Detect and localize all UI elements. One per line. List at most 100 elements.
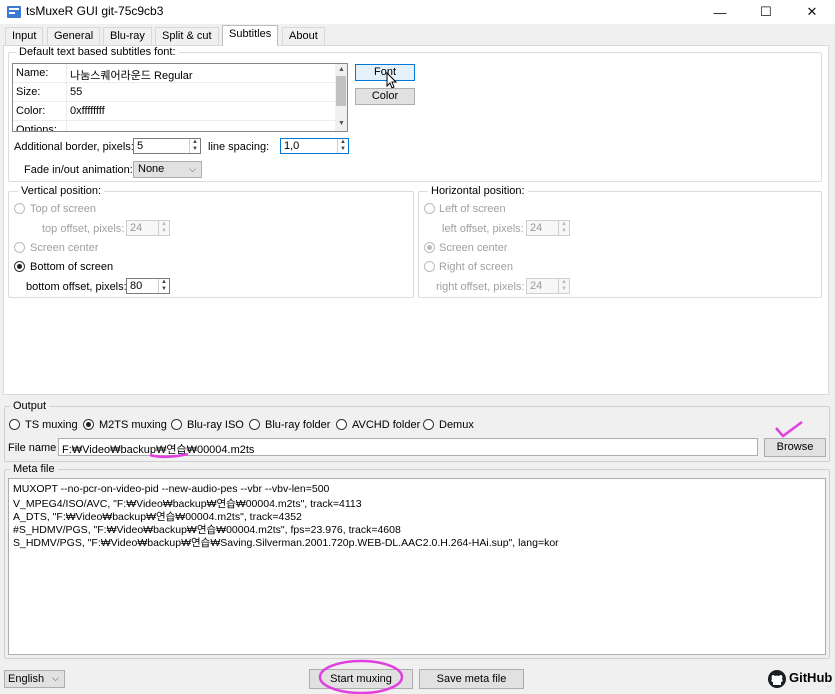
- avchd-folder-radio[interactable]: [336, 419, 347, 430]
- border-value: 5: [137, 140, 144, 152]
- spin-arrows-icon[interactable]: ▲ ▼: [158, 221, 169, 235]
- meta-file-textarea[interactable]: MUXOPT --no-pcr-on-video-pid --new-audio…: [8, 478, 826, 655]
- property-name: Options:: [16, 124, 57, 132]
- left-of-screen-radio[interactable]: [424, 203, 435, 214]
- maximize-button[interactable]: ☐: [743, 0, 789, 24]
- tab-blu-ray[interactable]: Blu-ray: [103, 27, 152, 45]
- fade-select[interactable]: None ⌵: [133, 161, 202, 178]
- right-offset-value: 24: [530, 280, 543, 292]
- close-button[interactable]: ✕: [789, 0, 835, 24]
- line-spacing-spinbox[interactable]: 1,0 ▲ ▼: [280, 138, 349, 154]
- meta-file-legend: Meta file: [10, 463, 58, 475]
- vertical-position-legend: Vertical position:: [18, 185, 105, 197]
- output-legend: Output: [10, 400, 50, 412]
- property-value: 나눔스퀘어라운드 Regular: [70, 70, 193, 82]
- property-name: Color:: [16, 105, 46, 117]
- property-value: 0xffffffff: [70, 105, 105, 117]
- ts-muxing-radio[interactable]: [9, 419, 20, 430]
- bottom-offset-spinbox[interactable]: 80 ▲ ▼: [126, 278, 170, 294]
- bottom-offset-value: 80: [130, 280, 143, 292]
- right-of-screen-label: Right of screen: [439, 261, 513, 273]
- line-spacing-label: line spacing:: [208, 141, 270, 153]
- bottom-of-screen-radio[interactable]: [14, 261, 25, 272]
- title-bar: tsMuxeR GUI git-75c9cb3 — ☐ ✕: [0, 0, 835, 24]
- right-of-screen-radio[interactable]: [424, 261, 435, 272]
- file-name-value: F:₩Video₩backup₩연습₩00004.m2ts: [62, 444, 255, 456]
- window-title: tsMuxeR GUI git-75c9cb3: [26, 4, 164, 18]
- m2ts-muxing-label: M2TS muxing: [99, 419, 167, 431]
- screen-center-vertical-radio[interactable]: [14, 242, 25, 253]
- property-name: Size:: [16, 86, 41, 98]
- blu-ray-iso-radio[interactable]: [171, 419, 182, 430]
- spin-arrows-icon[interactable]: ▲ ▼: [558, 221, 569, 235]
- properties-scrollbar[interactable]: ▲ ▼: [335, 64, 347, 131]
- scroll-thumb[interactable]: [336, 76, 346, 106]
- blu-ray-folder-label: Blu-ray folder: [265, 419, 331, 431]
- top-offset-label: top offset, pixels:: [42, 223, 125, 235]
- tab-subtitles[interactable]: Subtitles: [222, 25, 279, 46]
- save-meta-file-button[interactable]: Save meta file: [419, 669, 524, 689]
- top-offset-value: 24: [130, 222, 143, 234]
- start-muxing-label: Start muxing: [330, 673, 392, 685]
- left-offset-label: left offset, pixels:: [442, 223, 524, 235]
- screen-center-horizontal-radio[interactable]: [424, 242, 435, 253]
- line-spacing-value: 1,0: [284, 140, 300, 152]
- minimize-button[interactable]: —: [697, 0, 743, 24]
- scroll-down-icon[interactable]: ▼: [338, 120, 345, 127]
- bottom-offset-label: bottom offset, pixels:: [26, 281, 127, 293]
- property-row-size[interactable]: Size: 55: [13, 83, 335, 102]
- demux-radio[interactable]: [423, 419, 434, 430]
- app-icon: [7, 6, 21, 18]
- avchd-folder-label: AVCHD folder: [352, 419, 421, 431]
- tab-input[interactable]: Input: [5, 27, 44, 45]
- border-label: Additional border, pixels:: [14, 141, 134, 153]
- color-button-label: Color: [371, 90, 399, 102]
- spin-arrows-icon[interactable]: ▲ ▼: [158, 279, 169, 293]
- left-offset-spinbox[interactable]: 24 ▲ ▼: [526, 220, 570, 236]
- blu-ray-folder-radio[interactable]: [249, 419, 260, 430]
- chevron-down-icon: ⌵: [189, 164, 196, 174]
- meta-line: MUXOPT --no-pcr-on-video-pid --new-audio…: [13, 483, 330, 495]
- fade-label: Fade in/out animation:: [24, 164, 133, 176]
- language-select[interactable]: English ⌵: [4, 670, 65, 688]
- file-name-input[interactable]: F:₩Video₩backup₩연습₩00004.m2ts: [58, 438, 758, 456]
- top-offset-spinbox[interactable]: 24 ▲ ▼: [126, 220, 170, 236]
- start-muxing-button[interactable]: Start muxing: [309, 669, 413, 689]
- spin-arrows-icon[interactable]: ▲ ▼: [337, 139, 348, 153]
- left-offset-value: 24: [530, 222, 543, 234]
- tab-general[interactable]: General: [47, 27, 101, 45]
- horizontal-position-legend: Horizontal position:: [428, 185, 528, 197]
- font-button[interactable]: Font: [355, 64, 415, 81]
- bottom-of-screen-label: Bottom of screen: [30, 261, 114, 273]
- property-row-color[interactable]: Color: 0xffffffff: [13, 102, 335, 121]
- border-spinbox[interactable]: 5 ▲ ▼: [133, 138, 201, 154]
- top-of-screen-label: Top of screen: [30, 203, 97, 215]
- browse-button-label: Browse: [776, 441, 814, 453]
- property-row-options[interactable]: Options:: [13, 121, 335, 132]
- tab-split-cut[interactable]: Split & cut: [155, 27, 219, 45]
- ts-muxing-label: TS muxing: [25, 419, 78, 431]
- chevron-down-icon: ⌵: [52, 673, 59, 683]
- blu-ray-iso-label: Blu-ray ISO: [187, 419, 244, 431]
- right-offset-spinbox[interactable]: 24 ▲ ▼: [526, 278, 570, 294]
- top-of-screen-radio[interactable]: [14, 203, 25, 214]
- screen-center-vertical-label: Screen center: [30, 242, 99, 254]
- font-properties-grid[interactable]: Name: 나눔스퀘어라운드 Regular Size: 55 Color: 0…: [12, 63, 348, 132]
- github-link[interactable]: GitHub: [767, 668, 833, 690]
- file-name-label: File name: [8, 442, 57, 454]
- fade-select-value: None: [138, 163, 165, 175]
- language-select-value: English: [8, 673, 45, 685]
- demux-label: Demux: [439, 419, 474, 431]
- tab-about[interactable]: About: [282, 27, 325, 45]
- scroll-up-icon[interactable]: ▲: [338, 66, 345, 73]
- spin-arrows-icon[interactable]: ▲ ▼: [558, 279, 569, 293]
- github-label: GitHub: [789, 670, 833, 685]
- font-group-legend: Default text based subtitles font:: [16, 46, 179, 58]
- m2ts-muxing-radio[interactable]: [83, 419, 94, 430]
- property-row-name[interactable]: Name: 나눔스퀘어라운드 Regular: [13, 64, 335, 83]
- color-button[interactable]: Color: [355, 88, 415, 105]
- property-value: 55: [70, 86, 83, 98]
- spin-arrows-icon[interactable]: ▲ ▼: [189, 139, 200, 153]
- right-offset-label: right offset, pixels:: [436, 281, 525, 293]
- browse-button[interactable]: Browse: [764, 438, 826, 457]
